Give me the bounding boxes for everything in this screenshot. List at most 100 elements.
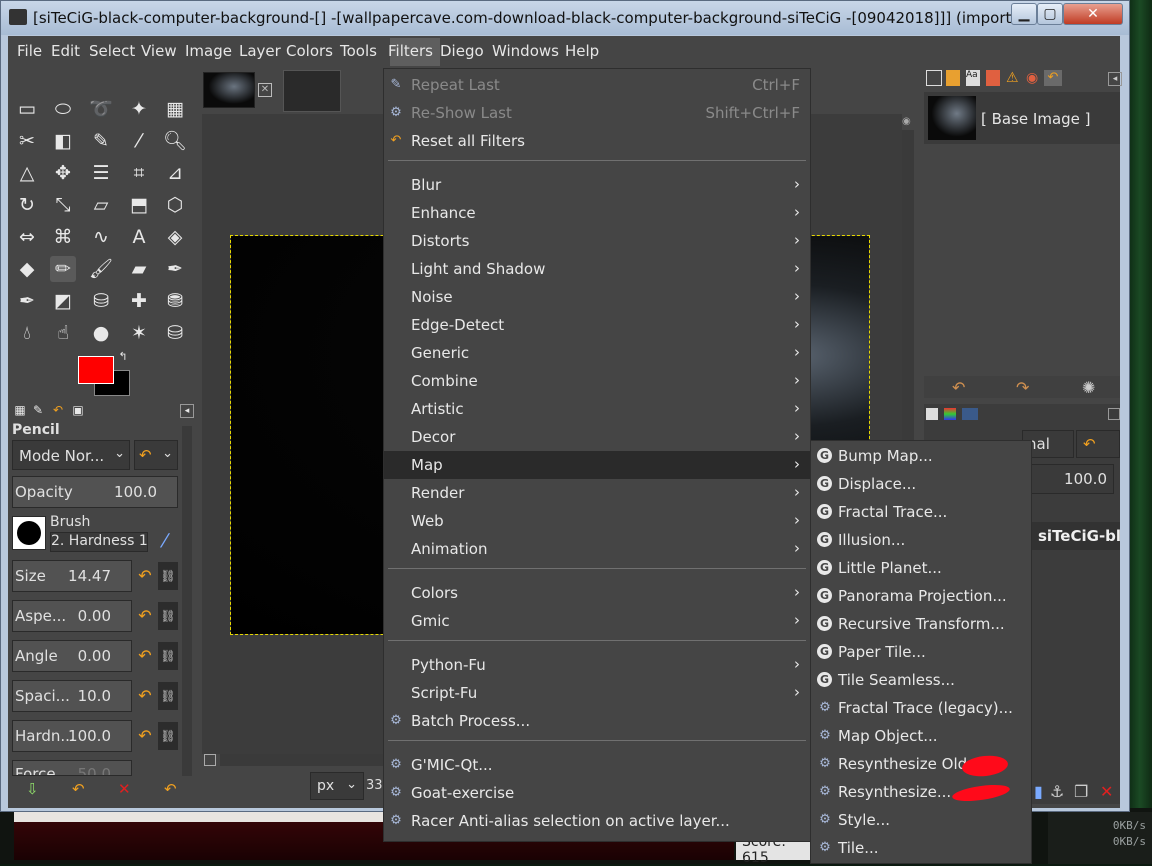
reset-aspect-icon[interactable]: ↶ bbox=[134, 602, 156, 630]
image-tab-thumbnail[interactable] bbox=[203, 72, 255, 108]
menu-item-displace[interactable]: G Displace... bbox=[811, 470, 1031, 498]
reset-mode-dropdown[interactable]: ↶ ⌄ bbox=[134, 440, 178, 470]
reset-spacing-icon[interactable]: ↶ bbox=[134, 682, 156, 710]
brushes-tab-icon[interactable] bbox=[926, 70, 942, 86]
menu-item-web[interactable]: Web › bbox=[384, 507, 810, 535]
opacity-slider[interactable]: Opacity 100.0 bbox=[12, 476, 178, 508]
color-select-icon[interactable]: ▦ bbox=[162, 96, 188, 122]
menu-item-paper-tile[interactable]: G Paper Tile... bbox=[811, 638, 1031, 666]
dodge-burn-icon[interactable]: ● bbox=[88, 320, 114, 346]
zoom-icon[interactable]: 🔍︎ bbox=[162, 128, 188, 154]
menu-item-artistic[interactable]: Artistic › bbox=[384, 395, 810, 423]
swap-colors-icon[interactable]: ↰ bbox=[116, 350, 130, 364]
diego-tool-icon[interactable]: ⛁ bbox=[162, 320, 188, 346]
scissors-icon[interactable]: ✂ bbox=[14, 128, 40, 154]
foreground-select-icon[interactable]: ◧ bbox=[50, 128, 76, 154]
3d-transform-icon[interactable]: ⬡ bbox=[162, 192, 188, 218]
minimize-button[interactable]: ▁ bbox=[1011, 3, 1037, 25]
patterns-tab-icon[interactable] bbox=[946, 70, 960, 86]
undo-history-tab-icon[interactable]: ↶ bbox=[50, 402, 66, 418]
delete-layer-icon[interactable]: ✕ bbox=[1100, 782, 1113, 801]
rotate-icon[interactable]: ↻ bbox=[14, 192, 40, 218]
heal-icon[interactable]: ✚ bbox=[126, 288, 152, 314]
menu-item-bump-map[interactable]: G Bump Map... bbox=[811, 442, 1031, 470]
menu-item-fractal-trace[interactable]: G Fractal Trace... bbox=[811, 498, 1031, 526]
dock-menu-icon[interactable] bbox=[1108, 408, 1120, 420]
document-history-tab-icon[interactable] bbox=[986, 70, 1000, 86]
ellipse-select-icon[interactable]: ⬭ bbox=[50, 96, 76, 122]
scale-icon[interactable]: ⤡ bbox=[50, 192, 76, 218]
redo-icon[interactable]: ↷ bbox=[1016, 378, 1029, 397]
paintbrush-icon[interactable]: 🖌︎ bbox=[88, 256, 114, 282]
gegl-icon[interactable]: ✶ bbox=[126, 320, 152, 346]
paths-tab-icon[interactable] bbox=[962, 408, 978, 420]
fonts-tab-icon[interactable]: Aa bbox=[966, 70, 980, 86]
measure-icon[interactable]: △ bbox=[14, 160, 40, 186]
lasso-icon[interactable]: ➰ bbox=[88, 96, 114, 122]
airbrush-icon[interactable]: ✒ bbox=[162, 256, 188, 282]
menu-tools[interactable]: Tools bbox=[340, 42, 377, 60]
menu-item-enhance[interactable]: Enhance › bbox=[384, 199, 810, 227]
angle-slider[interactable]: Angle 0.00 bbox=[12, 640, 132, 672]
mode-dropdown[interactable]: Mode Nor... ⌄ bbox=[12, 440, 130, 470]
reset-layer-mode-icon[interactable]: ↶ bbox=[1076, 430, 1120, 458]
dock-menu-icon[interactable]: ◂ bbox=[1108, 72, 1122, 86]
menu-select[interactable]: Select bbox=[89, 42, 135, 60]
tool-options-scrollbar[interactable] bbox=[182, 426, 192, 776]
restore-options-icon[interactable]: ↶ bbox=[72, 780, 85, 798]
layers-tab-icon[interactable] bbox=[926, 408, 938, 420]
menu-item-tile[interactable]: ⚙ Tile... bbox=[811, 834, 1031, 862]
link-hardness-icon[interactable]: ⛓ bbox=[158, 722, 178, 750]
layer-button-icon[interactable]: ▮ bbox=[1034, 782, 1043, 801]
menu-item-panorama-projection[interactable]: G Panorama Projection... bbox=[811, 582, 1031, 610]
menu-item-batch-process[interactable]: ⚙ Batch Process... bbox=[384, 707, 810, 735]
layer-opacity-value[interactable]: 100.0 bbox=[1030, 464, 1114, 494]
navigate-icon[interactable]: ◉ bbox=[902, 116, 914, 128]
menu-item-repeat-last[interactable]: ✎ Repeat Last Ctrl+F bbox=[384, 71, 810, 99]
tool-presets-tab-icon[interactable]: ◉ bbox=[1026, 70, 1038, 86]
brush-name[interactable]: 2. Hardness 1 bbox=[50, 532, 148, 552]
menu-filters[interactable]: Filters bbox=[388, 42, 433, 60]
pencil-icon[interactable]: ✏ bbox=[50, 256, 76, 282]
warp-icon[interactable]: ∿ bbox=[88, 224, 114, 250]
menu-layer[interactable]: Layer bbox=[239, 42, 281, 60]
menu-item-racer-anti-alias[interactable]: ⚙ Racer Anti-alias selection on active l… bbox=[384, 807, 810, 835]
menu-item-reset-all-filters[interactable]: ↶ Reset all Filters bbox=[384, 127, 810, 155]
link-spacing-icon[interactable]: ⛓ bbox=[158, 682, 178, 710]
color-picker-icon[interactable]: ⁄ bbox=[126, 128, 152, 154]
smudge-icon[interactable]: ☝ bbox=[50, 320, 76, 346]
menu-item-animation[interactable]: Animation › bbox=[384, 535, 810, 563]
menu-item-tile-seamless[interactable]: G Tile Seamless... bbox=[811, 666, 1031, 694]
save-options-icon[interactable]: ⇩ bbox=[26, 780, 39, 798]
channels-tab-icon[interactable] bbox=[944, 408, 956, 420]
delete-options-icon[interactable]: ✕ bbox=[118, 780, 131, 798]
menu-item-colors[interactable]: Colors › bbox=[384, 579, 810, 607]
force-slider[interactable]: Force 50.0 bbox=[12, 760, 132, 776]
dock-menu-icon[interactable]: ◂ bbox=[180, 404, 194, 418]
menu-item-edge-detect[interactable]: Edge-Detect › bbox=[384, 311, 810, 339]
menu-item-distorts[interactable]: Distorts › bbox=[384, 227, 810, 255]
menu-image[interactable]: Image bbox=[185, 42, 232, 60]
text-icon[interactable]: A bbox=[126, 224, 152, 250]
blur-icon[interactable]: 💧︎ bbox=[14, 320, 40, 346]
menu-item-noise[interactable]: Noise › bbox=[384, 283, 810, 311]
undo-tab-icon[interactable]: ↶ bbox=[1044, 70, 1062, 86]
images-tab-icon[interactable]: ▣ bbox=[70, 402, 86, 418]
gradient-icon[interactable]: ◆ bbox=[14, 256, 40, 282]
size-slider[interactable]: Size 14.47 bbox=[12, 560, 132, 592]
image-tab-thumbnail-2[interactable] bbox=[283, 70, 341, 112]
maximize-button[interactable]: ▢ bbox=[1037, 3, 1063, 25]
fuzzy-select-icon[interactable]: ✦ bbox=[126, 96, 152, 122]
reset-options-icon[interactable]: ↶ bbox=[164, 780, 177, 798]
clone-icon[interactable]: ⛁ bbox=[88, 288, 114, 314]
clear-history-icon[interactable]: ✺ bbox=[1082, 378, 1095, 397]
menu-item-gmic-qt[interactable]: ⚙ G'MIC-Qt... bbox=[384, 751, 810, 779]
tool-options-tab-icon[interactable]: ▦ bbox=[12, 402, 28, 418]
menu-item-map-object[interactable]: ⚙ Map Object... bbox=[811, 722, 1031, 750]
menu-item-script-fu[interactable]: Script-Fu › bbox=[384, 679, 810, 707]
bucket-fill-icon[interactable]: ◈ bbox=[162, 224, 188, 250]
link-angle-icon[interactable]: ⛓ bbox=[158, 642, 178, 670]
perspective-icon[interactable]: ⬒ bbox=[126, 192, 152, 218]
menu-diego[interactable]: Diego bbox=[440, 42, 484, 60]
menu-edit[interactable]: Edit bbox=[51, 42, 80, 60]
